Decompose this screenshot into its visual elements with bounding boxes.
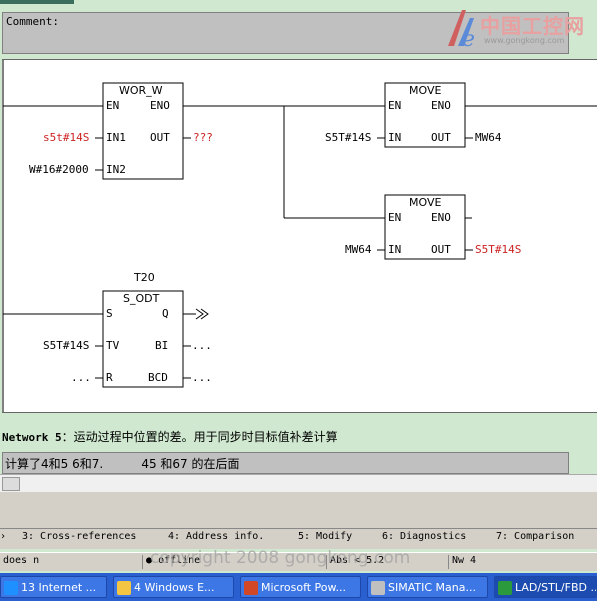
wor-w-title: WOR_W	[119, 84, 163, 97]
tab-cross-references[interactable]: 3: Cross-references	[22, 531, 136, 542]
move1-en: EN	[388, 99, 402, 112]
scrollbar-thumb[interactable]	[2, 477, 20, 491]
details-tab-strip: › 3: Cross-references 4: Address info. 5…	[0, 528, 597, 549]
move1-eno: ENO	[431, 99, 451, 112]
taskbar-internet[interactable]: 13 Internet ...	[0, 576, 107, 598]
details-pane	[0, 492, 597, 528]
timer-tv: TV	[106, 339, 120, 352]
wor-w-en: EN	[106, 99, 120, 112]
network5-comment-box[interactable]: 计算了4和5 6和7. 45 和67 的在后面	[2, 452, 569, 474]
tab-address-info[interactable]: 4: Address info.	[168, 531, 264, 542]
timer-bcd-operand[interactable]: ...	[192, 371, 212, 384]
wor-w-in1-operand[interactable]: s5t#14S	[43, 131, 89, 144]
status-network: Nw 4	[448, 555, 476, 569]
move2-out-operand[interactable]: S5T#14S	[475, 243, 521, 256]
logo-text: 中国工控网	[480, 14, 585, 38]
tab-modify[interactable]: 5: Modify	[298, 531, 352, 542]
timer-bi-operand[interactable]: ...	[192, 339, 212, 352]
timer-bcd: BCD	[148, 371, 168, 384]
simatic-icon	[371, 581, 385, 595]
move2-in-operand[interactable]: MW64	[345, 243, 372, 256]
timer-bi: BI	[155, 339, 169, 352]
taskbar: 13 Internet ... 4 Windows E... Microsoft…	[0, 573, 597, 601]
move2-eno: ENO	[431, 211, 451, 224]
move2-in: IN	[388, 243, 402, 256]
tab-partial-icon[interactable]: ›	[0, 531, 6, 542]
move1-in: IN	[388, 131, 402, 144]
taskbar-powerpoint[interactable]: Microsoft Pow...	[240, 576, 361, 598]
comment-label: Comment:	[6, 15, 59, 28]
move1-title: MOVE	[409, 84, 442, 97]
ie-icon	[4, 581, 18, 595]
ladder-diagram	[2, 60, 597, 412]
taskbar-windows-explorer[interactable]: 4 Windows E...	[113, 576, 234, 598]
wor-w-in2: IN2	[106, 163, 126, 176]
status-message: does n	[3, 555, 40, 566]
network5-comment: 计算了4和5 6和7. 45 和67 的在后面	[5, 457, 240, 471]
taskbar-simatic-manager[interactable]: SIMATIC Mana...	[367, 576, 488, 598]
tab-comparison[interactable]: 7: Comparison	[496, 531, 574, 542]
network5-header[interactable]: Network 5：运动过程中位置的差。用于同步时目标值补差计算	[2, 428, 338, 445]
wor-w-out: OUT	[150, 131, 170, 144]
wor-w-in2-operand[interactable]: W#16#2000	[29, 163, 89, 176]
move2-out: OUT	[431, 243, 451, 256]
tab-diagnostics[interactable]: 6: Diagnostics	[382, 531, 466, 542]
timer-tv-operand[interactable]: S5T#14S	[43, 339, 89, 352]
network5-label: Network 5	[2, 431, 62, 444]
wor-w-out-operand[interactable]: ???	[193, 131, 213, 144]
horizontal-scrollbar[interactable]	[0, 474, 597, 492]
lad-editor-icon	[498, 581, 512, 595]
timer-r-operand[interactable]: ...	[71, 371, 91, 384]
gongkong-logo: e 中国工控网 www.gongkong.com	[440, 6, 590, 52]
network5-title: ：运动过程中位置的差。用于同步时目标值补差计算	[61, 430, 338, 444]
move1-out-operand[interactable]: MW64	[475, 131, 502, 144]
selected-network-marker	[0, 0, 74, 4]
taskbar-lad-stl-fbd[interactable]: LAD/STL/FBD ...	[494, 576, 597, 598]
svg-text:e: e	[462, 27, 475, 50]
timer-q: Q	[162, 307, 169, 320]
timer-name[interactable]: T20	[134, 271, 155, 284]
timer-r: R	[106, 371, 113, 384]
open-output-icon	[195, 308, 209, 320]
ladder-network-4[interactable]: WOR_W EN ENO IN1 OUT IN2 s5t#14S W#16#20…	[2, 59, 597, 413]
logo-mark-icon: e	[448, 10, 475, 52]
watermark: copyright 2008 gongkong.com	[150, 548, 411, 568]
move2-title: MOVE	[409, 196, 442, 209]
move1-in-operand[interactable]: S5T#14S	[325, 131, 371, 144]
wor-w-eno: ENO	[150, 99, 170, 112]
timer-title: S_ODT	[123, 292, 160, 305]
move1-out: OUT	[431, 131, 451, 144]
wor-w-in1: IN1	[106, 131, 126, 144]
powerpoint-icon	[244, 581, 258, 595]
move2-en: EN	[388, 211, 402, 224]
timer-s: S	[106, 307, 113, 320]
folder-icon	[117, 581, 131, 595]
logo-url: www.gongkong.com	[484, 36, 565, 45]
